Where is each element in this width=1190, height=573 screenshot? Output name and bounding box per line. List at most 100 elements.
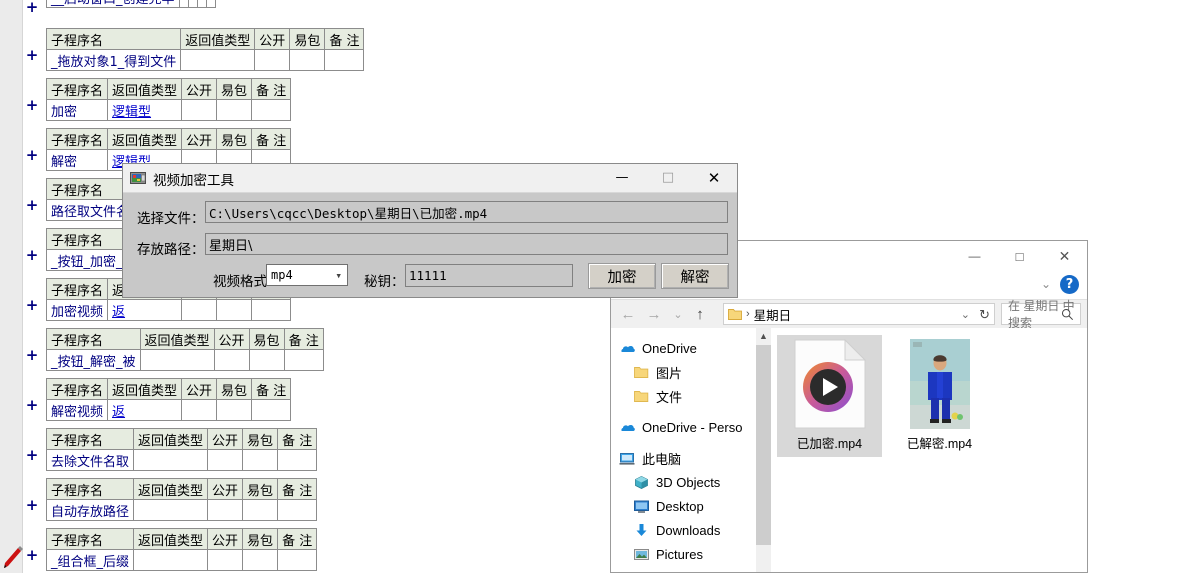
explorer-close-button[interactable]: ✕	[1042, 241, 1087, 271]
subroutine-name-cell[interactable]: _组合框_后缀	[47, 550, 134, 571]
forward-icon[interactable]: →	[643, 303, 665, 325]
table-cell[interactable]	[278, 550, 317, 571]
subroutine-table[interactable]: 子程序名返回值类型公开易包备 注解密视频返	[46, 378, 291, 421]
table-cell[interactable]	[208, 550, 243, 571]
subroutine-table[interactable]: 子程序名返回值类型公开易包备 注_按钮_解密_被	[46, 328, 324, 371]
table-cell[interactable]	[290, 50, 325, 71]
subroutine-name-cell[interactable]: 自动存放路径	[47, 500, 134, 521]
expand-toggle[interactable]: +	[24, 398, 40, 413]
table-cell[interactable]	[208, 450, 243, 471]
sidebar-item-onedrive[interactable]: OneDrive	[619, 336, 697, 360]
table-cell[interactable]	[252, 100, 291, 121]
table-cell[interactable]	[134, 450, 208, 471]
table-cell[interactable]	[181, 50, 255, 71]
key-input[interactable]: 11111	[405, 264, 573, 287]
table-cell[interactable]	[252, 300, 291, 321]
file-tile[interactable]: 已加密.mp4	[777, 335, 882, 457]
video-format-select[interactable]: mp4 ▾	[266, 264, 348, 286]
table-cell[interactable]	[182, 300, 217, 321]
address-bar[interactable]: › 星期日 ⌄ ↻	[723, 303, 995, 325]
search-icon[interactable]	[1061, 308, 1074, 321]
chevron-down-icon[interactable]: ⌄	[1041, 277, 1051, 291]
subroutine-name-cell[interactable]: _拖放对象1_得到文件	[47, 50, 181, 71]
subroutine-name-cell[interactable]: 去除文件名取	[47, 450, 134, 471]
subroutine-name-cell[interactable]: 加密	[47, 100, 108, 121]
table-cell[interactable]	[140, 350, 214, 371]
help-icon[interactable]: ?	[1060, 275, 1079, 294]
table-row[interactable]: _拖放对象1_得到文件	[47, 50, 364, 71]
table-cell[interactable]	[208, 500, 243, 521]
address-dropdown-icon[interactable]: ⌄	[961, 308, 970, 321]
table-cell[interactable]	[325, 50, 364, 71]
subroutine-name-cell[interactable]: 解密	[47, 150, 108, 171]
sidebar-scrollbar[interactable]: ▲	[756, 328, 771, 572]
chevron-down-icon[interactable]: ▾	[335, 269, 342, 282]
table-cell[interactable]	[243, 450, 278, 471]
table-cell[interactable]	[243, 550, 278, 571]
table-row[interactable]: _组合框_后缀	[47, 550, 317, 571]
sidebar-item-downloads[interactable]: Downloads	[633, 518, 720, 542]
table-cell[interactable]	[252, 400, 291, 421]
subroutine-table[interactable]: 子程序名返回值类型公开易包备 注加密逻辑型	[46, 78, 291, 121]
refresh-icon[interactable]: ↻	[979, 307, 990, 323]
sidebar-item-[interactable]: 此电脑	[619, 446, 681, 470]
scroll-up-icon[interactable]: ▲	[756, 328, 771, 344]
table-cell[interactable]	[243, 500, 278, 521]
table-row[interactable]: _按钮_解密_被	[47, 350, 324, 371]
back-icon[interactable]: ←	[617, 303, 639, 325]
search-input[interactable]: 在 星期日 中搜索	[1001, 303, 1081, 325]
expand-toggle[interactable]: +	[24, 248, 40, 263]
table-cell[interactable]	[182, 400, 217, 421]
table-cell[interactable]	[188, 0, 197, 8]
sidebar-item-[interactable]: 图片	[633, 360, 682, 384]
subroutine-table[interactable]: 子程序名返回值类型公开易包备 注_组合框_后缀	[46, 528, 317, 571]
expand-toggle[interactable]: +	[24, 198, 40, 213]
table-row[interactable]: 加密逻辑型	[47, 100, 291, 121]
expand-toggle[interactable]: +	[24, 148, 40, 163]
encrypt-button[interactable]: 加密	[588, 263, 656, 289]
dialog-minimize-button[interactable]: —	[599, 164, 645, 191]
expand-toggle[interactable]: +	[24, 498, 40, 513]
dialog-maximize-button[interactable]: □	[645, 164, 691, 191]
subroutine-name-cell[interactable]: 解密视频	[47, 400, 108, 421]
expand-toggle[interactable]: +	[24, 548, 40, 563]
table-cell[interactable]	[249, 350, 284, 371]
subroutine-name-cell[interactable]: _按钮_解密_被	[47, 350, 141, 371]
table-cell[interactable]	[134, 500, 208, 521]
table-cell[interactable]	[134, 550, 208, 571]
table-cell[interactable]: 返	[108, 400, 182, 421]
sidebar-item-desktop[interactable]: Desktop	[633, 494, 704, 518]
table-cell[interactable]	[197, 0, 206, 8]
sidebar-item-[interactable]: 文件	[633, 384, 682, 408]
file-path-input[interactable]: C:\Users\cqcc\Desktop\星期日\已加密.mp4	[205, 201, 728, 223]
file-list-area[interactable]: 已加密.mp4已解密.mp4	[772, 328, 1087, 572]
table-row[interactable]: 解密视频返	[47, 400, 291, 421]
table-cell[interactable]	[278, 500, 317, 521]
subroutine-table[interactable]: 子程序名返回值类型公开易包备 注去除文件名取	[46, 428, 317, 471]
table-cell[interactable]	[182, 100, 217, 121]
expand-toggle[interactable]: +	[24, 348, 40, 363]
subroutine-name-cell[interactable]: 加密视频	[47, 300, 108, 321]
save-path-input[interactable]: 星期日\	[205, 233, 728, 255]
dialog-close-button[interactable]: ✕	[691, 164, 737, 191]
breadcrumb[interactable]: 星期日	[754, 305, 792, 324]
table-cell[interactable]	[217, 300, 252, 321]
table-row[interactable]: 加密视频返	[47, 300, 291, 321]
subroutine-table[interactable]: __启动窗口_创建完毕	[46, 0, 216, 8]
table-cell[interactable]	[214, 350, 249, 371]
table-cell[interactable]	[217, 400, 252, 421]
table-cell[interactable]	[217, 100, 252, 121]
table-cell[interactable]	[278, 450, 317, 471]
table-cell[interactable]	[179, 0, 188, 8]
explorer-sidebar[interactable]: OneDrive图片文件OneDrive - Perso此电脑3D Object…	[611, 328, 756, 572]
table-cell[interactable]: 返	[108, 300, 182, 321]
expand-toggle[interactable]: +	[24, 0, 40, 15]
sidebar-item-onedrive-perso[interactable]: OneDrive - Perso	[619, 415, 742, 439]
subroutine-table[interactable]: 子程序名返回值类型公开易包备 注_拖放对象1_得到文件	[46, 28, 364, 71]
expand-toggle[interactable]: +	[24, 48, 40, 63]
expand-toggle[interactable]: +	[24, 298, 40, 313]
subroutine-table[interactable]: 子程序名返回值类型公开易包备 注自动存放路径	[46, 478, 317, 521]
up-icon[interactable]: ↑	[689, 303, 711, 325]
table-row[interactable]: 自动存放路径	[47, 500, 317, 521]
subroutine-name-cell[interactable]: 路径取文件名	[47, 200, 134, 221]
